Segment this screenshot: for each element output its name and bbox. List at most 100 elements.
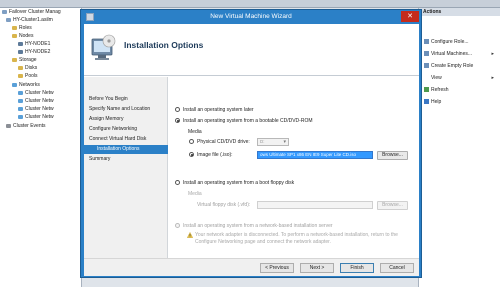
tree-item-node1[interactable]: HY-NODE1 — [18, 41, 50, 48]
action-label: View — [431, 75, 442, 81]
media-caption: Media — [188, 129, 202, 135]
close-button[interactable]: ✕ — [401, 11, 419, 22]
cluster-icon — [2, 9, 7, 14]
install-from-floppy-label: Install an operating system from a boot … — [183, 180, 295, 186]
physical-drive-label: Physical CD/DVD drive: — [197, 139, 250, 145]
wizard-header: Installation Options — [84, 24, 419, 76]
tree-item-cluster-network[interactable]: Cluster Netw — [18, 98, 54, 105]
tree-item-storage[interactable]: Storage — [12, 57, 37, 64]
action-configure-role[interactable]: Configure Role... — [424, 38, 469, 47]
network-icon — [18, 90, 23, 95]
tree-item-cluster[interactable]: HY-Cluster1.asilm — [6, 17, 53, 24]
physical-drive-radio[interactable] — [189, 139, 194, 144]
browse-image-button[interactable]: Browse... — [377, 151, 408, 160]
previous-button[interactable]: < Previous — [260, 263, 294, 273]
view-icon — [424, 75, 429, 80]
install-from-floppy-radio[interactable] — [175, 180, 180, 185]
vm-icon — [424, 51, 429, 57]
image-file-input[interactable]: ows Ultimate SP1 x86 EN IE9 Super Lite C… — [257, 151, 373, 159]
network-icon — [18, 114, 23, 119]
tree-item-label: Failover Cluster Manag — [9, 9, 61, 15]
tree-item-label: HY-Cluster1.asilm — [13, 17, 53, 23]
step-assign-memory[interactable]: Assign Memory — [84, 115, 168, 124]
tree-item-label: Storage — [19, 57, 37, 63]
tree-item-disks[interactable]: Disks — [18, 65, 37, 72]
tree-item-label: Cluster Netw — [25, 114, 54, 120]
step-summary[interactable]: Summary — [84, 155, 168, 164]
step-before-you-begin[interactable]: Before You Begin — [84, 95, 168, 104]
floppy-media-caption: Media — [188, 191, 202, 197]
step-connect-virtual-hard-disk[interactable]: Connect Virtual Hard Disk — [84, 135, 168, 144]
install-from-network-label: Install an operating system from a netwo… — [183, 223, 333, 229]
install-later-radio[interactable] — [175, 107, 180, 112]
install-from-cd-radio[interactable] — [175, 118, 180, 123]
role-icon — [424, 63, 429, 69]
new-vm-wizard-window: New Virtual Machine Wizard ✕ Installatio… — [80, 9, 422, 278]
virtual-floppy-label: Virtual floppy disk (.vfd): — [197, 202, 251, 208]
page-title: Installation Options — [124, 40, 204, 50]
tree-item-cluster-network[interactable]: Cluster Netw — [18, 106, 54, 113]
tree-item-label: Cluster Netw — [25, 98, 54, 104]
wizard-title-bar[interactable]: New Virtual Machine Wizard — [81, 10, 421, 24]
tree-item-label: Nodes — [19, 33, 34, 39]
cluster-icon — [6, 17, 11, 22]
actions-header: Actions — [419, 8, 500, 16]
submenu-arrow-icon: ▸ — [491, 75, 494, 81]
tree-item-label: Networks — [19, 82, 40, 88]
finish-button[interactable]: Finish — [340, 263, 374, 273]
close-icon: ✕ — [407, 13, 413, 20]
folder-icon — [18, 65, 23, 70]
tree-item-networks[interactable]: Networks — [12, 82, 40, 89]
action-label: Help — [431, 99, 442, 105]
tree-item-label: Cluster Netw — [25, 106, 54, 112]
action-label: Configure Role... — [431, 39, 469, 45]
step-installation-options[interactable]: Installation Options — [84, 145, 168, 154]
action-label: Virtual Machines... — [431, 51, 473, 57]
tree-item-cluster-network[interactable]: Cluster Netw — [18, 90, 54, 97]
network-warning-text: Your network adapter is disconnected. To… — [195, 232, 398, 245]
cancel-button[interactable]: Cancel — [380, 263, 414, 273]
submenu-arrow-icon: ▸ — [491, 51, 494, 57]
help-icon — [424, 99, 429, 105]
network-icon — [18, 106, 23, 111]
action-refresh[interactable]: Refresh — [424, 86, 449, 95]
folder-icon — [18, 73, 23, 78]
tree-item-label: Disks — [25, 65, 38, 71]
install-from-cd-label: Install an operating system from a boota… — [183, 118, 313, 124]
install-later-label: Install an operating system later — [183, 107, 254, 113]
wizard-body: Installation Options Before You Begin Sp… — [84, 24, 419, 276]
tree-item-label: Pools — [25, 73, 38, 79]
image-file-radio[interactable] — [189, 152, 194, 157]
wizard-steps-nav: Before You Begin Specify Name and Locati… — [84, 77, 168, 276]
tree-item-pools[interactable]: Pools — [18, 73, 38, 80]
server-icon — [18, 49, 23, 54]
step-specify-name-location[interactable]: Specify Name and Location — [84, 105, 168, 114]
tree-item-label: Cluster Events — [13, 123, 46, 129]
tree-item-roles[interactable]: Roles — [12, 25, 32, 32]
install-disc-icon — [91, 34, 116, 60]
physical-drive-value: D: — [260, 139, 265, 144]
action-view[interactable]: View ▸ — [424, 74, 498, 83]
virtual-floppy-input[interactable] — [257, 201, 373, 209]
next-button[interactable]: Next > — [300, 263, 334, 273]
actions-pane: Actions Configure Role... Virtual Machin… — [418, 8, 500, 287]
tree-item-nodes[interactable]: Nodes — [12, 33, 33, 40]
network-icon — [12, 82, 17, 87]
wizard-footer: < Previous Next > Finish Cancel — [84, 258, 419, 276]
folder-icon — [12, 57, 17, 62]
tree-item-cluster-events[interactable]: Cluster Events — [6, 123, 46, 130]
network-icon — [18, 98, 23, 103]
browse-floppy-button[interactable]: Browse... — [377, 201, 408, 210]
image-file-label: Image file (.iso): — [197, 152, 233, 158]
folder-icon — [12, 25, 17, 30]
server-icon — [18, 41, 23, 46]
install-from-network-radio[interactable] — [175, 223, 180, 228]
step-configure-networking[interactable]: Configure Networking — [84, 125, 168, 134]
tree-item-cluster-network[interactable]: Cluster Netw — [18, 114, 54, 121]
action-virtual-machines[interactable]: Virtual Machines... ▸ — [424, 50, 498, 59]
action-create-empty-role[interactable]: Create Empty Role — [424, 62, 473, 71]
tree-item-node2[interactable]: HY-NODE2 — [18, 49, 50, 56]
physical-drive-select[interactable]: D: ▾ — [257, 138, 289, 146]
tree-item-failover-cluster-manager[interactable]: Failover Cluster Manag — [2, 9, 61, 16]
action-help[interactable]: Help — [424, 98, 441, 107]
